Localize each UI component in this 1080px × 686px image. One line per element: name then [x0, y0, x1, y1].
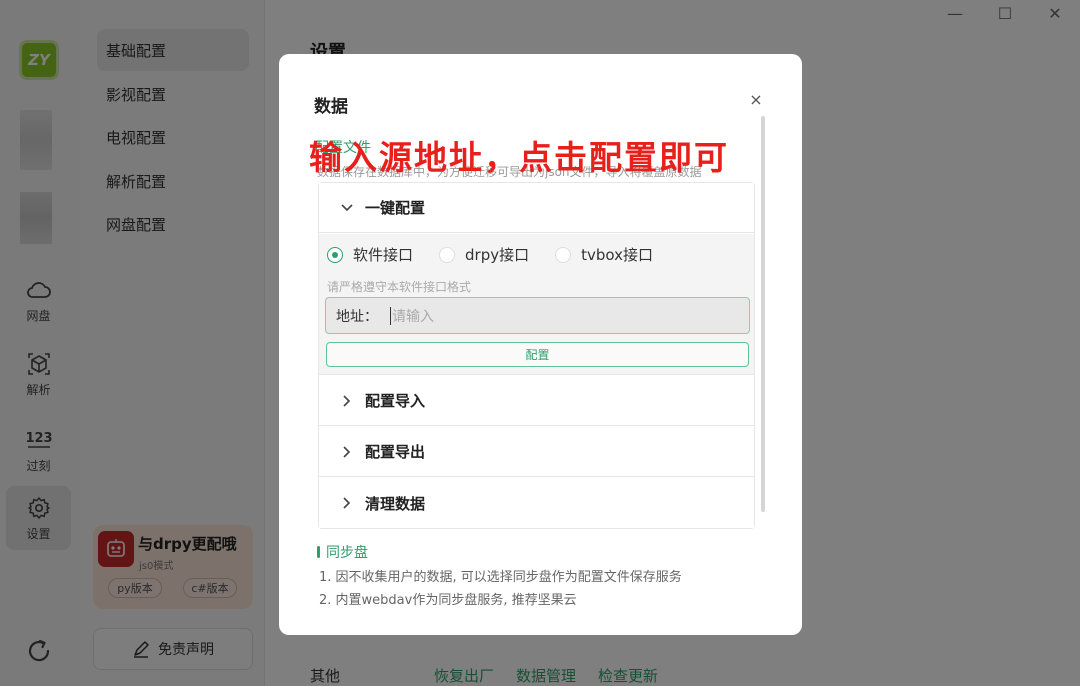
- close-icon: ×: [749, 89, 763, 109]
- sync-note-2: 2. 内置webdav作为同步盘服务, 推荐坚果云: [319, 593, 577, 608]
- one-click-config-panel: 软件接口 drpy接口 tvbox接口 请严格遵守本软件接口格式 地址： 请输入…: [319, 234, 754, 375]
- accordion-clear-data[interactable]: 清理数据: [319, 478, 754, 528]
- chevron-right-icon: [339, 497, 355, 509]
- interface-type-radios: 软件接口 drpy接口 tvbox接口: [327, 244, 679, 265]
- radio-label: drpy接口: [465, 246, 530, 264]
- maximize-button[interactable]: ☐: [980, 0, 1030, 26]
- interface-format-hint: 请严格遵守本软件接口格式: [327, 280, 472, 294]
- sync-note-1: 1. 因不收集用户的数据, 可以选择同步盘作为配置文件保存服务: [319, 570, 682, 585]
- close-window-button[interactable]: ✕: [1030, 0, 1080, 26]
- config-accordion: 一键配置 软件接口 drpy接口 tvbox接口 请严格遵守本软件接口格式 地址…: [318, 182, 755, 529]
- chevron-right-icon: [339, 445, 355, 458]
- chevron-right-icon: [339, 394, 355, 407]
- window-controls: — ☐ ✕: [930, 0, 1080, 26]
- accordion-title: 配置导出: [365, 443, 426, 461]
- close-icon: ✕: [1048, 3, 1062, 23]
- dialog-scrollbar[interactable]: [761, 116, 765, 512]
- accordion-title: 清理数据: [365, 494, 426, 513]
- text-caret: [390, 306, 391, 325]
- radio-unselected-icon: [439, 246, 456, 263]
- radio-selected-icon: [327, 246, 343, 263]
- radio-drpy-interface[interactable]: drpy接口: [439, 244, 529, 265]
- accordion-title: 配置导入: [365, 392, 426, 410]
- annotation-overlay-text: 输入源地址，点击配置即可: [309, 138, 729, 177]
- radio-label: tvbox接口: [581, 246, 653, 264]
- minimize-button[interactable]: —: [930, 0, 980, 26]
- accordion-config-export[interactable]: 配置导出: [319, 427, 754, 477]
- minimize-icon: —: [947, 3, 963, 23]
- radio-software-interface[interactable]: 软件接口: [327, 244, 413, 265]
- sync-drive-title: 同步盘: [326, 545, 368, 561]
- radio-unselected-icon: [555, 246, 572, 263]
- radio-tvbox-interface[interactable]: tvbox接口: [555, 244, 653, 265]
- accordion-config-import[interactable]: 配置导入: [319, 376, 754, 426]
- radio-label: 软件接口: [353, 246, 414, 264]
- dialog-close-button[interactable]: ×: [747, 89, 765, 109]
- apply-config-button[interactable]: 配置: [326, 342, 749, 367]
- accordion-one-click-config[interactable]: 一键配置: [319, 183, 754, 233]
- chevron-down-icon: [339, 203, 355, 212]
- maximize-icon: ☐: [997, 3, 1013, 23]
- dialog-title: 数据: [314, 97, 348, 117]
- section-marker: [317, 546, 320, 558]
- data-dialog: 数据 × 配置文件 数据保存在数据库中，为方便迁移可导出为json文件，导入将覆…: [279, 54, 802, 635]
- sync-drive-heading: 同步盘: [317, 542, 368, 562]
- address-input[interactable]: 地址： 请输入: [325, 297, 750, 334]
- address-placeholder: 请输入: [392, 308, 434, 325]
- address-label: 地址：: [336, 308, 378, 325]
- accordion-title: 一键配置: [365, 199, 426, 217]
